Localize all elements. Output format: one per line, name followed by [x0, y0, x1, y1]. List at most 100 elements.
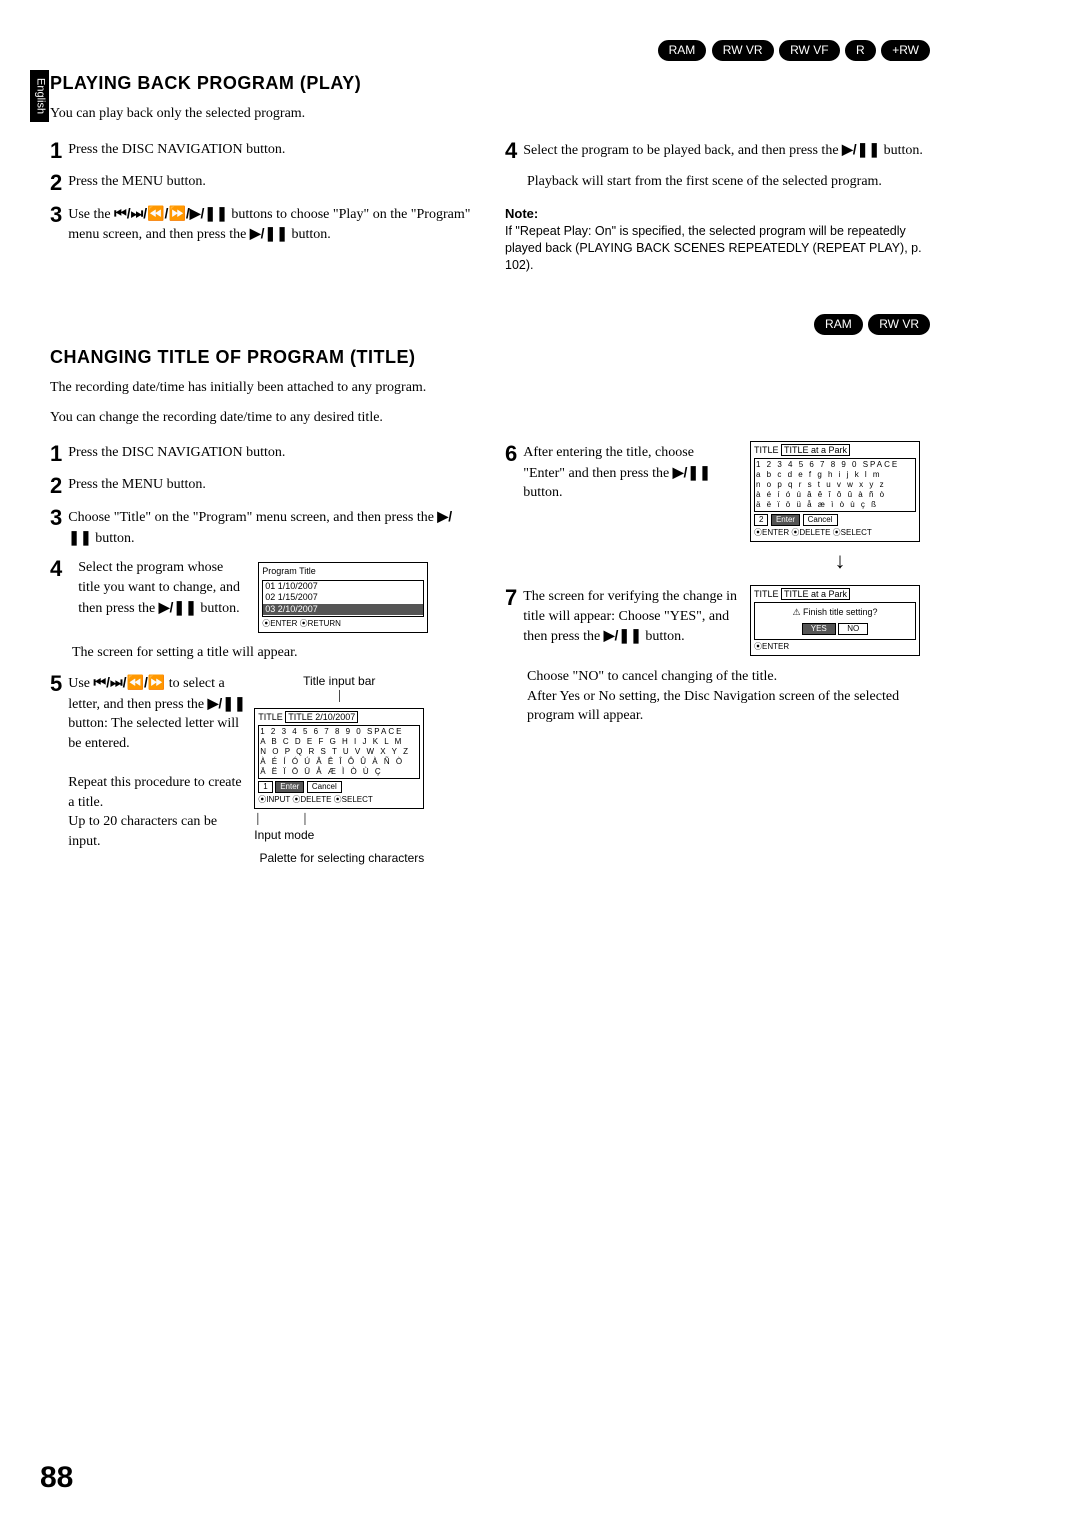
step2-text: Press the MENU button.: [68, 172, 475, 192]
step1-text: Press the DISC NAVIGATION button.: [68, 140, 475, 160]
step4-after: Playback will start from the first scene…: [527, 172, 930, 192]
s2-step2: 2Press the MENU button.: [50, 475, 475, 497]
pt-header: Program Title: [262, 566, 424, 577]
play-pause-icon: ▶/❚❚: [250, 225, 288, 241]
s5d: Repeat this procedure to create a title.: [68, 775, 241, 810]
t2-cancel: Cancel: [803, 514, 838, 526]
t2-r5: ä ë ï ö ü å æ ì ò ù ç ß: [756, 500, 914, 510]
s2-step6-text: After entering the title, choose "Enter"…: [523, 443, 738, 503]
s3c: button.: [288, 227, 331, 242]
arrow-down-icon: ↓: [750, 546, 930, 577]
s7b: button.: [642, 629, 685, 644]
s2-step2-text: Press the MENU button.: [68, 475, 475, 495]
program-title-screen: Program Title 01 1/10/2007 02 1/15/2007 …: [258, 562, 428, 633]
ti-r5: Ä Ë Ï Ö Ü Å Æ Ì Ò Ù Ç: [260, 767, 418, 777]
page-number: 88: [40, 1457, 73, 1499]
title-input-screen: TITLE TITLE 2/10/2007 1 2 3 4 5 6 7 8 9 …: [254, 708, 424, 809]
note-label: Note:: [505, 205, 930, 223]
s2-after2: After Yes or No setting, the Disc Naviga…: [527, 687, 930, 726]
step4-text: Select the program to be played back, an…: [523, 140, 930, 161]
s2-step1-text: Press the DISC NAVIGATION button.: [68, 443, 475, 463]
t2-r3: n o p q r s t u v w x y z: [756, 480, 914, 490]
ti-r2: A B C D E F G H I J K L M: [260, 737, 418, 747]
section2-title: CHANGING TITLE OF PROGRAM (TITLE): [50, 345, 930, 370]
ti-cancel: Cancel: [307, 781, 342, 793]
title-input-label: Title input bar: [254, 673, 424, 690]
ti-r4: À É Í Ó Ú Â Ê Î Ô Û À Ñ Ò: [260, 757, 418, 767]
ti-enter: Enter: [275, 781, 304, 793]
badge-ram: RAM: [658, 40, 707, 61]
t2-header: TITLE at a Park: [781, 444, 850, 456]
badge-plusrw: +RW: [881, 40, 930, 61]
ti-r1: 1 2 3 4 5 6 7 8 9 0 SPACE: [260, 727, 418, 737]
ti-footer: ⦿INPUT ⦿DELETE ⦿SELECT: [258, 795, 420, 805]
s3a: Use the: [68, 207, 114, 222]
s5c: button: The selected letter will be ente…: [68, 716, 239, 751]
s2-step4-text: Select the program whose title you want …: [78, 558, 248, 618]
s6a: After entering the title, choose "Enter"…: [523, 445, 694, 481]
badge-rwvr: RW VR: [712, 40, 774, 61]
s2-step3: 3 Choose "Title" on the "Program" menu s…: [50, 507, 475, 548]
t2-r2: a b c d e f g h i j k l m: [756, 470, 914, 480]
step-1: 1 Press the DISC NAVIGATION button.: [50, 140, 475, 162]
step-4: 4 Select the program to be played back, …: [505, 140, 930, 162]
play-pause-icon: ▶/❚❚: [208, 695, 246, 711]
cf-footer: ⦿ENTER: [754, 642, 916, 652]
play-pause-icon: ▶/❚❚: [159, 599, 197, 615]
s4a: Select the program to be played back, an…: [523, 143, 842, 158]
play-pause-icon: ▶/❚❚: [842, 141, 880, 157]
s3a2: Choose "Title" on the "Program" menu scr…: [68, 510, 437, 525]
section1-intro: You can play back only the selected prog…: [50, 104, 930, 124]
confirm-screen: TITLE TITLE at a Park ⚠ Finish title set…: [750, 585, 920, 656]
s5e: Up to 20 characters can be input.: [68, 814, 217, 849]
title-screen-2: TITLE TITLE at a Park 1 2 3 4 5 6 7 8 9 …: [750, 441, 920, 542]
badge-ram-2: RAM: [814, 314, 863, 335]
t2-enter: Enter: [771, 514, 800, 526]
format-badges-1: RAM RW VR RW VF R +RW: [50, 40, 930, 61]
nav-icons-2: ⏮/⏭/⏪/⏩: [94, 674, 166, 690]
s4b2: button.: [197, 601, 240, 616]
cf-header: TITLE at a Park: [781, 588, 850, 600]
badge-rwvr-2: RW VR: [868, 314, 930, 335]
step-3: 3 Use the ⏮/⏭/⏪/⏩/▶/❚❚ buttons to choose…: [50, 204, 475, 245]
play-pause-icon: ▶/❚❚: [673, 464, 711, 480]
pt-footer: ⦿ENTER ⦿RETURN: [262, 619, 424, 629]
t2-r1: 1 2 3 4 5 6 7 8 9 0 SPACE: [756, 460, 914, 470]
palette-label: Palette for selecting characters: [254, 850, 424, 867]
s4b: button.: [880, 143, 923, 158]
section2-intro2: You can change the recording date/time t…: [50, 408, 930, 428]
pt-row1: 01 1/10/2007: [263, 581, 423, 592]
s2-step5-text: Use ⏮/⏭/⏪/⏩ to select a letter, and then…: [68, 673, 248, 851]
section1-title: PLAYING BACK PROGRAM (PLAY): [50, 71, 930, 96]
s2-step7-text: The screen for verifying the change in t…: [523, 587, 738, 647]
note-text: If "Repeat Play: On" is specified, the s…: [505, 223, 930, 274]
s6b: button.: [523, 485, 562, 500]
play-pause-icon: ▶/❚❚: [604, 627, 642, 643]
input-mode-label: Input mode: [254, 827, 424, 844]
badge-rwvf: RW VF: [779, 40, 839, 61]
pt-row3: 03 2/10/2007: [263, 604, 423, 615]
format-badges-2: RAM RW VR: [50, 314, 930, 335]
s2-step3-text: Choose "Title" on the "Program" menu scr…: [68, 507, 475, 548]
pt-row2: 02 1/15/2007: [263, 592, 423, 603]
s2-step6: 6 After entering the title, choose "Ente…: [505, 443, 738, 503]
ti-r3: N O P Q R S T U V W X Y Z: [260, 747, 418, 757]
t2-mode: 2: [754, 514, 768, 526]
s2-step4-after: The screen for setting a title will appe…: [72, 643, 475, 663]
cf-yes: YES: [802, 623, 836, 635]
s5a: Use: [68, 676, 93, 691]
ti-mode: 1: [258, 781, 272, 793]
ti-header: TITLE 2/10/2007: [285, 711, 358, 723]
t2-r4: à é í ó ú â ê î ô û à ñ ò: [756, 490, 914, 500]
s2-step5: 5 Use ⏮/⏭/⏪/⏩ to select a letter, and th…: [50, 673, 475, 867]
s2-step1: 1Press the DISC NAVIGATION button.: [50, 443, 475, 465]
s2-step4: 4 Select the program whose title you wan…: [50, 558, 475, 633]
s3b2: button.: [92, 531, 135, 546]
cf-no: NO: [838, 623, 868, 635]
step-2: 2 Press the MENU button.: [50, 172, 475, 194]
t2-footer: ⦿ENTER ⦿DELETE ⦿SELECT: [754, 528, 916, 538]
nav-icons: ⏮/⏭/⏪/⏩/▶/❚❚: [114, 205, 228, 221]
step3-text: Use the ⏮/⏭/⏪/⏩/▶/❚❚ buttons to choose "…: [68, 204, 475, 245]
language-tab: English: [30, 70, 49, 122]
cf-prompt: ⚠ Finish title setting?: [759, 607, 911, 618]
